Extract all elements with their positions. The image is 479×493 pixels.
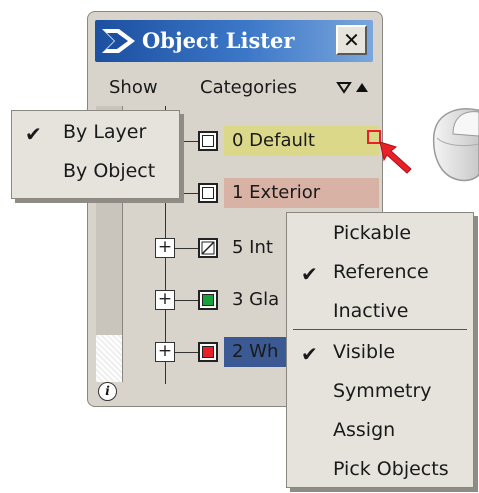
layer-row-label[interactable]: 0 Default	[232, 126, 374, 156]
tree-line	[175, 248, 198, 249]
pointer-arrow-icon	[379, 141, 412, 174]
expand-icon[interactable]: +	[155, 342, 175, 362]
layer-row-label[interactable]: 5 Int	[232, 233, 288, 263]
menu-item-by-object[interactable]: By Object	[63, 157, 155, 185]
layer-color-swatch[interactable]	[198, 290, 218, 310]
menu-item-by-layer[interactable]: By Layer	[63, 118, 146, 146]
layer-context-menu: Pickable ✔ Reference Inactive ✔ Visible …	[286, 212, 474, 488]
show-menu: ✔ By Layer By Object	[11, 110, 180, 199]
expand-icon[interactable]: +	[155, 238, 175, 258]
show-header[interactable]: Show	[109, 75, 158, 101]
sort-toggle-icon[interactable]	[336, 80, 372, 96]
checkmark-icon: ✔	[301, 342, 318, 366]
menu-item-reference[interactable]: Reference	[333, 258, 429, 286]
menu-item-symmetry[interactable]: Symmetry	[333, 377, 432, 405]
categories-header[interactable]: Categories	[200, 75, 297, 101]
close-button[interactable]: ✕	[336, 25, 367, 55]
menu-separator	[293, 329, 467, 330]
layer-row-label[interactable]: 3 Gla	[232, 285, 288, 315]
tree-line	[175, 352, 198, 353]
layer-row-label[interactable]: 1 Exterior	[232, 178, 374, 208]
app-logo-icon	[102, 29, 135, 53]
show-column-scroll[interactable]	[96, 335, 122, 382]
tree-line	[175, 300, 198, 301]
layer-color-swatch[interactable]	[198, 238, 218, 258]
checkmark-icon: ✔	[25, 122, 42, 146]
expand-icon[interactable]: +	[155, 290, 175, 310]
layer-color-swatch[interactable]	[198, 342, 218, 362]
mouse-right-click-icon	[432, 108, 479, 182]
menu-item-pickable[interactable]: Pickable	[333, 219, 411, 247]
checkmark-icon: ✔	[301, 262, 318, 286]
menu-item-assign[interactable]: Assign	[333, 416, 395, 444]
layer-color-swatch[interactable]	[198, 183, 218, 203]
layer-color-swatch[interactable]	[198, 131, 218, 151]
window-title: Object Lister	[142, 28, 295, 53]
menu-item-inactive[interactable]: Inactive	[333, 297, 408, 325]
menu-item-visible[interactable]: Visible	[333, 338, 395, 366]
layer-row-label[interactable]: 2 Wh	[232, 337, 288, 367]
info-icon[interactable]: i	[98, 382, 117, 401]
menu-item-pick-objects[interactable]: Pick Objects	[333, 455, 449, 483]
